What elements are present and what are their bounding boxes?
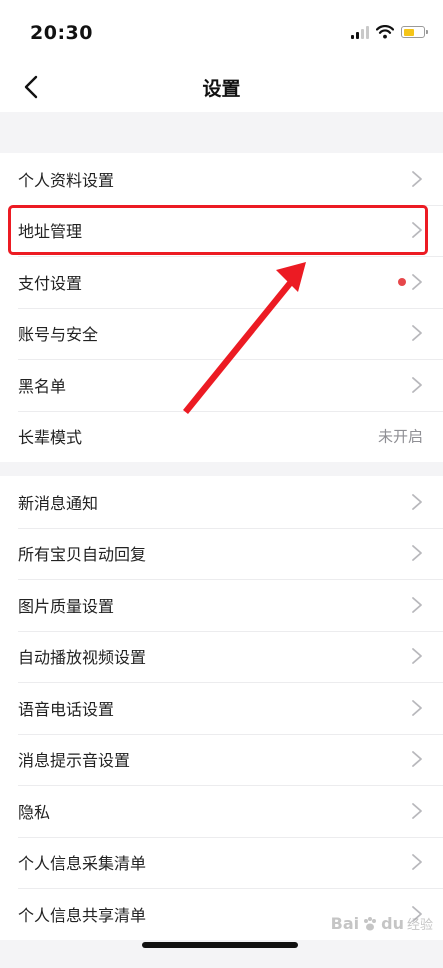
settings-item-label: 所有宝贝自动回复: [18, 545, 147, 565]
settings-item-payment[interactable]: 支付设置: [0, 256, 443, 308]
battery-level: [403, 28, 414, 36]
chevron-right-icon: [412, 905, 422, 922]
status-bar: 20:30: [0, 0, 443, 62]
settings-item-address[interactable]: 地址管理: [0, 204, 443, 257]
signal-icon: [351, 25, 369, 39]
settings-item-profile[interactable]: 个人资料设置: [0, 153, 443, 205]
settings-item-label: 图片质量设置: [18, 596, 115, 616]
chevron-right-icon: [412, 545, 422, 562]
settings-item-image-quality[interactable]: 图片质量设置: [0, 579, 443, 631]
settings-item-info-collection-list[interactable]: 个人信息采集清单: [0, 836, 443, 889]
chevron-right-icon: [412, 222, 422, 239]
settings-item-label: 支付设置: [18, 273, 83, 293]
settings-item-voice-call[interactable]: 语音电话设置: [0, 682, 443, 734]
settings-item-info-sharing-list[interactable]: 个人信息共享清单: [0, 888, 443, 940]
settings-item-label: 地址管理: [18, 222, 83, 242]
wifi-icon: [376, 25, 394, 39]
chevron-right-icon: [412, 854, 422, 871]
nav-bar: 设置: [0, 62, 443, 112]
settings-item-label: 新消息通知: [18, 493, 99, 513]
settings-item-label: 自动播放视频设置: [18, 648, 147, 668]
chevron-right-icon: [412, 376, 422, 393]
settings-item-privacy[interactable]: 隐私: [0, 785, 443, 837]
settings-item-account-security[interactable]: 账号与安全: [0, 307, 443, 360]
settings-item-label: 个人信息共享清单: [18, 905, 147, 925]
chevron-right-icon: [412, 802, 422, 819]
chevron-right-icon: [412, 596, 422, 613]
settings-item-label: 账号与安全: [18, 325, 99, 345]
settings-item-label: 长辈模式: [18, 428, 83, 448]
status-icons: [351, 22, 428, 42]
settings-item-blacklist[interactable]: 黑名单: [0, 359, 443, 411]
settings-item-new-message-notification[interactable]: 新消息通知: [0, 476, 443, 528]
settings-item-label: 个人信息采集清单: [18, 854, 147, 874]
settings-item-label: 个人资料设置: [18, 170, 115, 190]
home-indicator: [142, 942, 298, 948]
settings-item-autoplay-video[interactable]: 自动播放视频设置: [0, 630, 443, 683]
settings-item-message-sound[interactable]: 消息提示音设置: [0, 733, 443, 786]
chevron-right-icon: [412, 273, 422, 290]
settings-item-label: 消息提示音设置: [18, 751, 131, 771]
status-time: 20:30: [30, 22, 93, 44]
chevron-right-icon: [412, 699, 422, 716]
settings-item-elder-mode[interactable]: 长辈模式 未开启: [0, 410, 443, 463]
chevron-right-icon: [412, 493, 422, 510]
notification-dot: [398, 277, 406, 286]
page-title: 设置: [202, 78, 241, 100]
settings-item-label: 隐私: [18, 802, 51, 822]
chevron-right-icon: [412, 325, 422, 342]
elder-mode-status: 未开启: [377, 427, 423, 446]
chevron-right-icon: [412, 648, 422, 665]
chevron-right-icon: [412, 170, 422, 187]
settings-item-auto-reply[interactable]: 所有宝贝自动回复: [0, 527, 443, 580]
settings-item-label: 黑名单: [18, 376, 67, 396]
settings-group-account: 个人资料设置 地址管理 支付设置 账号与安全 黑名单 长辈模式 未开启: [0, 153, 443, 462]
battery-icon: [401, 26, 428, 38]
settings-item-label: 语音电话设置: [18, 699, 115, 719]
settings-group-general: 新消息通知 所有宝贝自动回复 图片质量设置 自动播放视频设置 语音电话设置 消息…: [0, 476, 443, 940]
chevron-right-icon: [412, 751, 422, 768]
